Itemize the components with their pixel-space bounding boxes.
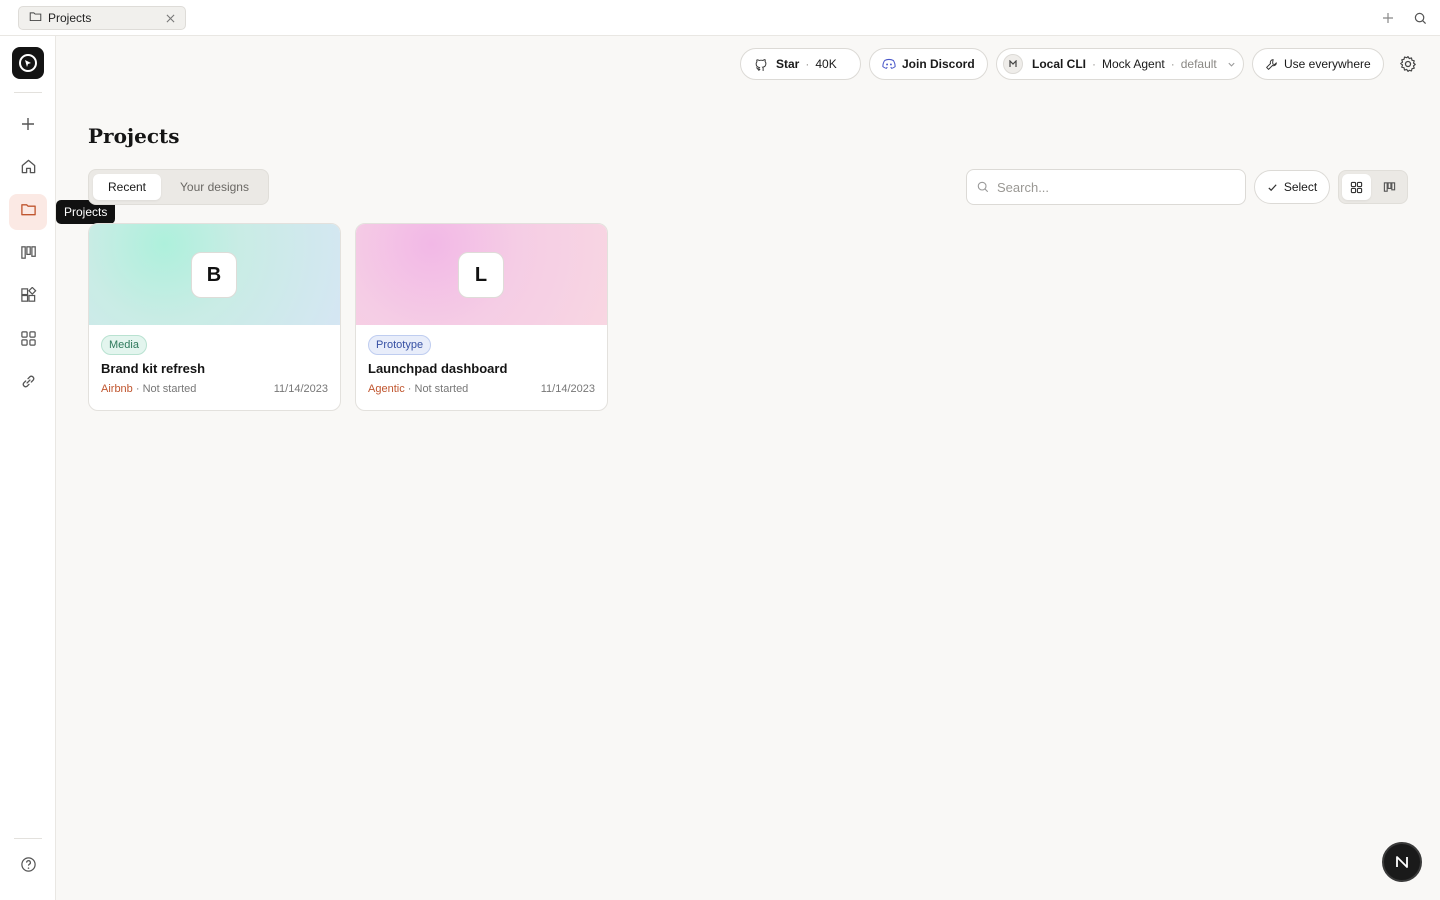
tab-projects[interactable]: Projects xyxy=(18,6,186,30)
tab-bar: Projects xyxy=(0,0,1440,36)
kanban-icon xyxy=(20,244,37,266)
sidebar-item-projects[interactable] xyxy=(9,194,47,230)
tab-your-designs[interactable]: Your designs xyxy=(165,174,264,200)
project-date: 11/14/2023 xyxy=(540,383,595,395)
project-status: Not started xyxy=(414,383,469,395)
page-title: Projects xyxy=(88,124,180,148)
sidebar-item-help[interactable] xyxy=(9,849,47,885)
project-initial: L xyxy=(458,252,504,298)
github-icon xyxy=(755,58,768,71)
separator: · xyxy=(1170,57,1175,71)
search-input[interactable] xyxy=(997,179,1227,195)
github-star-button[interactable]: Star · 40K xyxy=(740,48,861,80)
board-view-button[interactable] xyxy=(1375,174,1404,200)
sidebar-item-board[interactable] xyxy=(9,237,47,273)
close-icon[interactable] xyxy=(163,11,177,25)
project-type-badge: Prototype xyxy=(368,335,432,355)
sidebar-item-new[interactable] xyxy=(9,108,47,144)
grid-icon xyxy=(20,330,37,352)
separator: · xyxy=(135,383,143,395)
star-label: Star xyxy=(776,57,800,71)
home-icon xyxy=(20,158,37,180)
project-date: 11/14/2023 xyxy=(273,383,328,395)
sidebar xyxy=(0,36,56,900)
check-icon xyxy=(1267,182,1278,193)
sidebar-item-components[interactable] xyxy=(9,280,47,316)
help-icon xyxy=(20,856,37,878)
tab-recent[interactable]: Recent xyxy=(93,174,161,200)
project-title: Brand kit refresh xyxy=(101,361,206,376)
chevron-down-icon xyxy=(1227,60,1236,69)
project-meta: Agentic · Not started xyxy=(368,383,468,395)
project-card[interactable]: B Media Brand kit refresh Airbnb · Not s… xyxy=(88,223,341,411)
search-box[interactable] xyxy=(966,169,1246,205)
project-meta: Airbnb · Not started xyxy=(101,383,196,395)
separator: · xyxy=(805,57,810,71)
agent-label: Local CLI xyxy=(1032,57,1087,71)
discord-label: Join Discord xyxy=(902,57,975,71)
plus-icon xyxy=(20,116,36,137)
project-filter-tabs: Recent Your designs xyxy=(88,169,269,205)
star-count: 40K xyxy=(815,57,837,71)
select-button[interactable]: Select xyxy=(1254,170,1330,204)
folder-icon xyxy=(29,10,42,26)
grid-view-button[interactable] xyxy=(1342,174,1371,200)
agent-name: Mock Agent xyxy=(1102,57,1165,71)
floating-action-button[interactable] xyxy=(1382,842,1422,882)
select-label: Select xyxy=(1283,180,1318,194)
project-initial: B xyxy=(191,252,237,298)
discord-icon xyxy=(882,58,896,70)
separator: · xyxy=(1092,57,1097,71)
sidebar-divider xyxy=(14,92,42,93)
sidebar-item-links[interactable] xyxy=(9,366,47,402)
project-client: Agentic xyxy=(368,383,405,395)
project-card[interactable]: L Prototype Launchpad dashboard Agentic … xyxy=(355,223,608,411)
board-view-icon xyxy=(1383,181,1396,194)
use-everywhere-button[interactable]: Use everywhere xyxy=(1252,48,1384,80)
link-icon xyxy=(20,373,37,395)
grid-view-icon xyxy=(1350,181,1363,194)
search-icon xyxy=(977,181,989,193)
agent-avatar xyxy=(1003,54,1023,74)
join-discord-button[interactable]: Join Discord xyxy=(869,48,988,80)
search-icon[interactable] xyxy=(1412,10,1428,26)
sidebar-item-apps[interactable] xyxy=(9,323,47,359)
project-client: Airbnb xyxy=(101,383,133,395)
n-logo-icon xyxy=(1394,854,1410,870)
agent-selector[interactable]: Local CLI · Mock Agent · default xyxy=(996,48,1244,80)
wrench-icon xyxy=(1265,58,1278,71)
components-icon xyxy=(20,286,37,309)
tab-label: Projects xyxy=(48,11,92,25)
gear-icon[interactable] xyxy=(1396,52,1420,76)
agent-mode: default xyxy=(1180,57,1217,71)
project-title: Launchpad dashboard xyxy=(368,361,508,376)
folder-icon xyxy=(20,201,37,223)
separator: · xyxy=(407,383,415,395)
sidebar-divider xyxy=(14,838,42,839)
plus-icon[interactable] xyxy=(1380,10,1396,26)
sidebar-item-home[interactable] xyxy=(9,151,47,187)
project-status: Not started xyxy=(142,383,197,395)
project-type-badge: Media xyxy=(101,335,147,355)
use-everywhere-label: Use everywhere xyxy=(1284,57,1371,71)
app-logo[interactable] xyxy=(12,47,44,79)
view-mode-toggle xyxy=(1338,170,1408,204)
